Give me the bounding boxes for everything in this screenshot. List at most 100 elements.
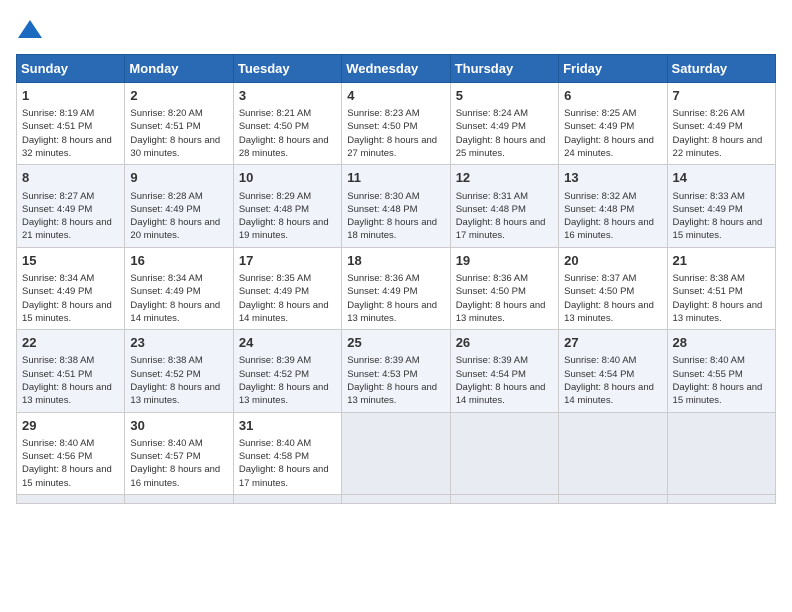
- day-info: Sunrise: 8:39 AMSunset: 4:54 PMDaylight:…: [456, 355, 546, 406]
- day-info: Sunrise: 8:19 AMSunset: 4:51 PMDaylight:…: [22, 108, 112, 159]
- day-header-sunday: Sunday: [17, 55, 125, 83]
- day-info: Sunrise: 8:25 AMSunset: 4:49 PMDaylight:…: [564, 108, 654, 159]
- day-info: Sunrise: 8:33 AMSunset: 4:49 PMDaylight:…: [673, 191, 763, 242]
- day-number: 9: [130, 169, 227, 187]
- calendar-row: 15 Sunrise: 8:34 AMSunset: 4:49 PMDayligh…: [17, 247, 776, 329]
- day-info: Sunrise: 8:31 AMSunset: 4:48 PMDaylight:…: [456, 191, 546, 242]
- day-info: Sunrise: 8:38 AMSunset: 4:52 PMDaylight:…: [130, 355, 220, 406]
- day-number: 28: [673, 334, 770, 352]
- calendar-cell: 2 Sunrise: 8:20 AMSunset: 4:51 PMDaylight…: [125, 83, 233, 165]
- calendar-row: 22 Sunrise: 8:38 AMSunset: 4:51 PMDayligh…: [17, 330, 776, 412]
- day-number: 14: [673, 169, 770, 187]
- day-number: 2: [130, 87, 227, 105]
- calendar-cell: [667, 494, 775, 503]
- day-info: Sunrise: 8:20 AMSunset: 4:51 PMDaylight:…: [130, 108, 220, 159]
- day-number: 10: [239, 169, 336, 187]
- day-number: 16: [130, 252, 227, 270]
- day-number: 13: [564, 169, 661, 187]
- calendar-cell: [233, 494, 341, 503]
- calendar-cell: 15 Sunrise: 8:34 AMSunset: 4:49 PMDayligh…: [17, 247, 125, 329]
- day-number: 29: [22, 417, 119, 435]
- day-number: 23: [130, 334, 227, 352]
- calendar-cell: 17 Sunrise: 8:35 AMSunset: 4:49 PMDayligh…: [233, 247, 341, 329]
- calendar-cell: 13 Sunrise: 8:32 AMSunset: 4:48 PMDayligh…: [559, 165, 667, 247]
- day-info: Sunrise: 8:34 AMSunset: 4:49 PMDaylight:…: [22, 273, 112, 324]
- calendar-cell: 31Sunrise: 8:40 AMSunset: 4:58 PMDayligh…: [233, 412, 341, 494]
- calendar-cell: 28 Sunrise: 8:40 AMSunset: 4:55 PMDayligh…: [667, 330, 775, 412]
- calendar-cell: 9 Sunrise: 8:28 AMSunset: 4:49 PMDaylight…: [125, 165, 233, 247]
- calendar-cell: [450, 412, 558, 494]
- day-number: 21: [673, 252, 770, 270]
- day-info: Sunrise: 8:29 AMSunset: 4:48 PMDaylight:…: [239, 191, 329, 242]
- day-info: Sunrise: 8:38 AMSunset: 4:51 PMDaylight:…: [673, 273, 763, 324]
- day-header-tuesday: Tuesday: [233, 55, 341, 83]
- calendar-cell: [559, 412, 667, 494]
- calendar-cell: [342, 494, 450, 503]
- calendar-cell: 30 Sunrise: 8:40 AMSunset: 4:57 PMDayligh…: [125, 412, 233, 494]
- day-info: Sunrise: 8:40 AMSunset: 4:56 PMDaylight:…: [22, 438, 112, 489]
- day-info: Sunrise: 8:24 AMSunset: 4:49 PMDaylight:…: [456, 108, 546, 159]
- day-info: Sunrise: 8:39 AMSunset: 4:53 PMDaylight:…: [347, 355, 437, 406]
- page-header: [16, 16, 776, 44]
- day-number: 11: [347, 169, 444, 187]
- calendar-cell: 19 Sunrise: 8:36 AMSunset: 4:50 PMDayligh…: [450, 247, 558, 329]
- day-number: 18: [347, 252, 444, 270]
- calendar-cell: 11 Sunrise: 8:30 AMSunset: 4:48 PMDayligh…: [342, 165, 450, 247]
- day-number: 22: [22, 334, 119, 352]
- calendar-cell: 23 Sunrise: 8:38 AMSunset: 4:52 PMDayligh…: [125, 330, 233, 412]
- day-number: 30: [130, 417, 227, 435]
- calendar-cell: 14 Sunrise: 8:33 AMSunset: 4:49 PMDayligh…: [667, 165, 775, 247]
- calendar-cell: [125, 494, 233, 503]
- day-info: Sunrise: 8:26 AMSunset: 4:49 PMDaylight:…: [673, 108, 763, 159]
- day-number: 1: [22, 87, 119, 105]
- day-info: Sunrise: 8:28 AMSunset: 4:49 PMDaylight:…: [130, 191, 220, 242]
- calendar-cell: 27 Sunrise: 8:40 AMSunset: 4:54 PMDayligh…: [559, 330, 667, 412]
- day-info: Sunrise: 8:32 AMSunset: 4:48 PMDaylight:…: [564, 191, 654, 242]
- calendar-table: SundayMondayTuesdayWednesdayThursdayFrid…: [16, 54, 776, 504]
- day-info: Sunrise: 8:40 AMSunset: 4:55 PMDaylight:…: [673, 355, 763, 406]
- calendar-cell: 12 Sunrise: 8:31 AMSunset: 4:48 PMDayligh…: [450, 165, 558, 247]
- day-info: Sunrise: 8:23 AMSunset: 4:50 PMDaylight:…: [347, 108, 437, 159]
- day-info: Sunrise: 8:34 AMSunset: 4:49 PMDaylight:…: [130, 273, 220, 324]
- calendar-cell: [342, 412, 450, 494]
- calendar-row: [17, 494, 776, 503]
- day-info: Sunrise: 8:27 AMSunset: 4:49 PMDaylight:…: [22, 191, 112, 242]
- calendar-cell: 29 Sunrise: 8:40 AMSunset: 4:56 PMDayligh…: [17, 412, 125, 494]
- logo: [16, 16, 48, 44]
- day-number: 17: [239, 252, 336, 270]
- day-info: Sunrise: 8:40 AMSunset: 4:58 PMDaylight:…: [239, 438, 329, 489]
- day-info: Sunrise: 8:39 AMSunset: 4:52 PMDaylight:…: [239, 355, 329, 406]
- day-number: 15: [22, 252, 119, 270]
- calendar-cell: 7Sunrise: 8:26 AMSunset: 4:49 PMDaylight…: [667, 83, 775, 165]
- day-info: Sunrise: 8:40 AMSunset: 4:57 PMDaylight:…: [130, 438, 220, 489]
- day-info: Sunrise: 8:36 AMSunset: 4:50 PMDaylight:…: [456, 273, 546, 324]
- calendar-cell: 20 Sunrise: 8:37 AMSunset: 4:50 PMDayligh…: [559, 247, 667, 329]
- calendar-cell: 26Sunrise: 8:39 AMSunset: 4:54 PMDayligh…: [450, 330, 558, 412]
- day-info: Sunrise: 8:38 AMSunset: 4:51 PMDaylight:…: [22, 355, 112, 406]
- day-info: Sunrise: 8:30 AMSunset: 4:48 PMDaylight:…: [347, 191, 437, 242]
- day-number: 5: [456, 87, 553, 105]
- day-number: 25: [347, 334, 444, 352]
- calendar-row: 1 Sunrise: 8:19 AMSunset: 4:51 PMDaylight…: [17, 83, 776, 165]
- day-number: 8: [22, 169, 119, 187]
- day-number: 12: [456, 169, 553, 187]
- calendar-cell: 24Sunrise: 8:39 AMSunset: 4:52 PMDayligh…: [233, 330, 341, 412]
- calendar-cell: 16 Sunrise: 8:34 AMSunset: 4:49 PMDayligh…: [125, 247, 233, 329]
- day-number: 3: [239, 87, 336, 105]
- day-number: 20: [564, 252, 661, 270]
- day-info: Sunrise: 8:35 AMSunset: 4:49 PMDaylight:…: [239, 273, 329, 324]
- day-info: Sunrise: 8:21 AMSunset: 4:50 PMDaylight:…: [239, 108, 329, 159]
- calendar-row: 29 Sunrise: 8:40 AMSunset: 4:56 PMDayligh…: [17, 412, 776, 494]
- day-header-monday: Monday: [125, 55, 233, 83]
- day-number: 27: [564, 334, 661, 352]
- day-header-friday: Friday: [559, 55, 667, 83]
- day-info: Sunrise: 8:40 AMSunset: 4:54 PMDaylight:…: [564, 355, 654, 406]
- calendar-row: 8 Sunrise: 8:27 AMSunset: 4:49 PMDaylight…: [17, 165, 776, 247]
- calendar-cell: 10 Sunrise: 8:29 AMSunset: 4:48 PMDayligh…: [233, 165, 341, 247]
- day-number: 19: [456, 252, 553, 270]
- calendar-cell: [450, 494, 558, 503]
- day-header-saturday: Saturday: [667, 55, 775, 83]
- day-info: Sunrise: 8:37 AMSunset: 4:50 PMDaylight:…: [564, 273, 654, 324]
- day-number: 6: [564, 87, 661, 105]
- calendar-cell: 3 Sunrise: 8:21 AMSunset: 4:50 PMDaylight…: [233, 83, 341, 165]
